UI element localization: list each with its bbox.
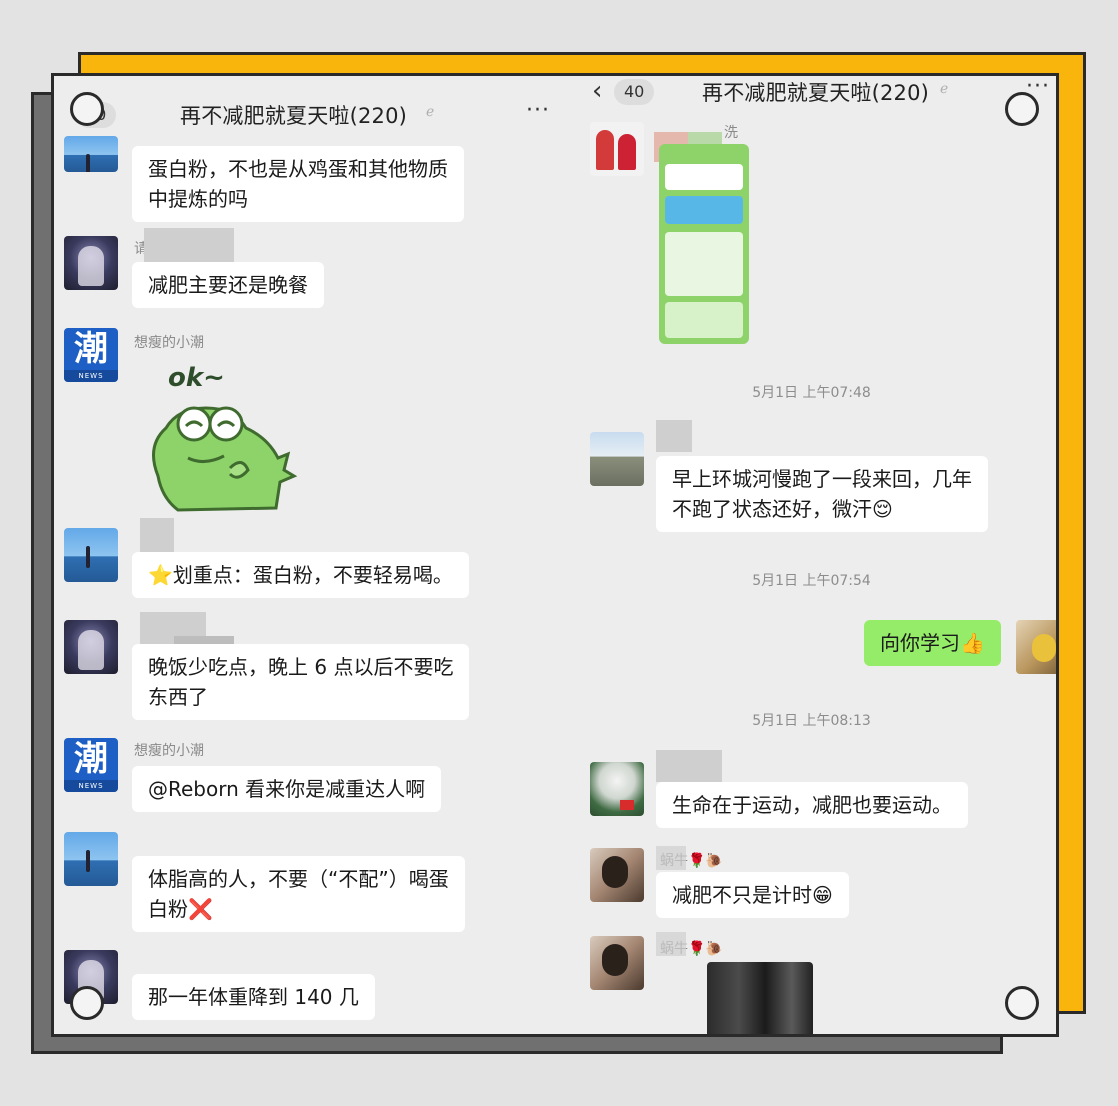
blurred-name [656, 420, 692, 452]
avatar[interactable]: 潮 NEWS [64, 738, 118, 792]
timestamp: 5月1日 上午07:54 [752, 573, 871, 589]
sticker-text: ok~ [168, 363, 225, 393]
avatar[interactable] [64, 236, 118, 290]
my-message-bubble: 向你学习👍 [864, 620, 1001, 666]
ring-icon [1005, 92, 1039, 126]
avatar-char: 潮 [74, 329, 108, 369]
back-icon[interactable]: ‹ [592, 76, 602, 106]
avatar[interactable] [590, 936, 644, 990]
gym-photo-image[interactable] [707, 962, 813, 1034]
more-icon[interactable]: ··· [526, 98, 550, 123]
timestamp: 5月1日 上午08:13 [752, 713, 871, 729]
avatar[interactable] [590, 122, 644, 176]
timestamp: 5月1日 上午07:48 [752, 385, 871, 401]
avatar-char: 潮 [74, 739, 108, 779]
screenshot-image[interactable] [659, 144, 749, 344]
avatar-sub: NEWS [64, 370, 118, 382]
message-bubble: 生命在于运动，减肥也要运动。 [656, 782, 968, 828]
message-bubble: ⭐划重点：蛋白粉，不要轻易喝。 [132, 552, 469, 598]
chat-title: 再不减肥就夏天啦(220) [180, 104, 408, 128]
avatar[interactable] [590, 762, 644, 816]
avatar[interactable] [590, 848, 644, 902]
message-bubble: 体脂高的人，不要（“不配”）喝蛋 白粉❌ [132, 856, 465, 932]
message-bubble: 晚饭少吃点，晚上 6 点以后不要吃 东西了 [132, 644, 470, 720]
frog-sticker-image[interactable]: ok~ [138, 358, 298, 518]
message-bubble: 那一年体重降到 140 几 [132, 974, 375, 1020]
my-avatar[interactable] [1016, 620, 1056, 674]
chat-header-left: 40 再不减肥就夏天啦(220) ℯ ··· [54, 76, 564, 140]
message-bubble: @Reborn 看来你是减重达人啊 [132, 766, 442, 812]
message-bubble: 蛋白粉，不也是从鸡蛋和其他物质 中提炼的吗 [132, 146, 464, 222]
blurred-name [656, 750, 722, 782]
avatar[interactable]: 潮 NEWS [64, 328, 118, 382]
avatar[interactable] [64, 528, 118, 582]
ear-icon: ℯ [940, 81, 949, 97]
chat-title: 再不减肥就夏天啦(220) [702, 81, 930, 105]
message-bubble: 减肥不只是计时😁 [656, 872, 849, 918]
message-bubble: 减肥主要还是晚餐 [132, 262, 324, 308]
unread-badge[interactable]: 40 [614, 79, 655, 105]
chat-panel-left: 40 再不减肥就夏天啦(220) ℯ ··· 蛋白粉，不也是从鸡蛋和其他物质 中… [54, 76, 564, 1034]
ring-icon [70, 92, 104, 126]
blurred-name [656, 932, 686, 956]
avatar[interactable] [590, 432, 644, 486]
avatar[interactable] [64, 620, 118, 674]
ear-icon: ℯ [426, 104, 435, 120]
sender-name: 想瘦的小潮 [134, 335, 204, 351]
screenshot-collage: 40 再不减肥就夏天啦(220) ℯ ··· 蛋白粉，不也是从鸡蛋和其他物质 中… [51, 73, 1059, 1037]
sender-name: 洗 [724, 125, 738, 141]
chat-header-right: ‹ 40 再不减肥就夏天啦(220) ℯ ··· [564, 76, 1056, 128]
blurred-name [140, 518, 174, 552]
blurred-name [656, 846, 686, 870]
sender-name: 想瘦的小潮 [134, 743, 204, 759]
chat-panel-right: ‹ 40 再不减肥就夏天啦(220) ℯ ··· 洗 5月1日 上午07:48 … [564, 76, 1056, 1034]
avatar-sub: NEWS [64, 780, 118, 792]
ring-icon [70, 986, 104, 1020]
avatar[interactable] [64, 136, 118, 172]
avatar[interactable] [64, 832, 118, 886]
message-bubble: 早上环城河慢跑了一段来回，几年 不跑了状态还好，微汗😌 [656, 456, 988, 532]
ring-icon [1005, 986, 1039, 1020]
blurred-name [144, 228, 234, 262]
